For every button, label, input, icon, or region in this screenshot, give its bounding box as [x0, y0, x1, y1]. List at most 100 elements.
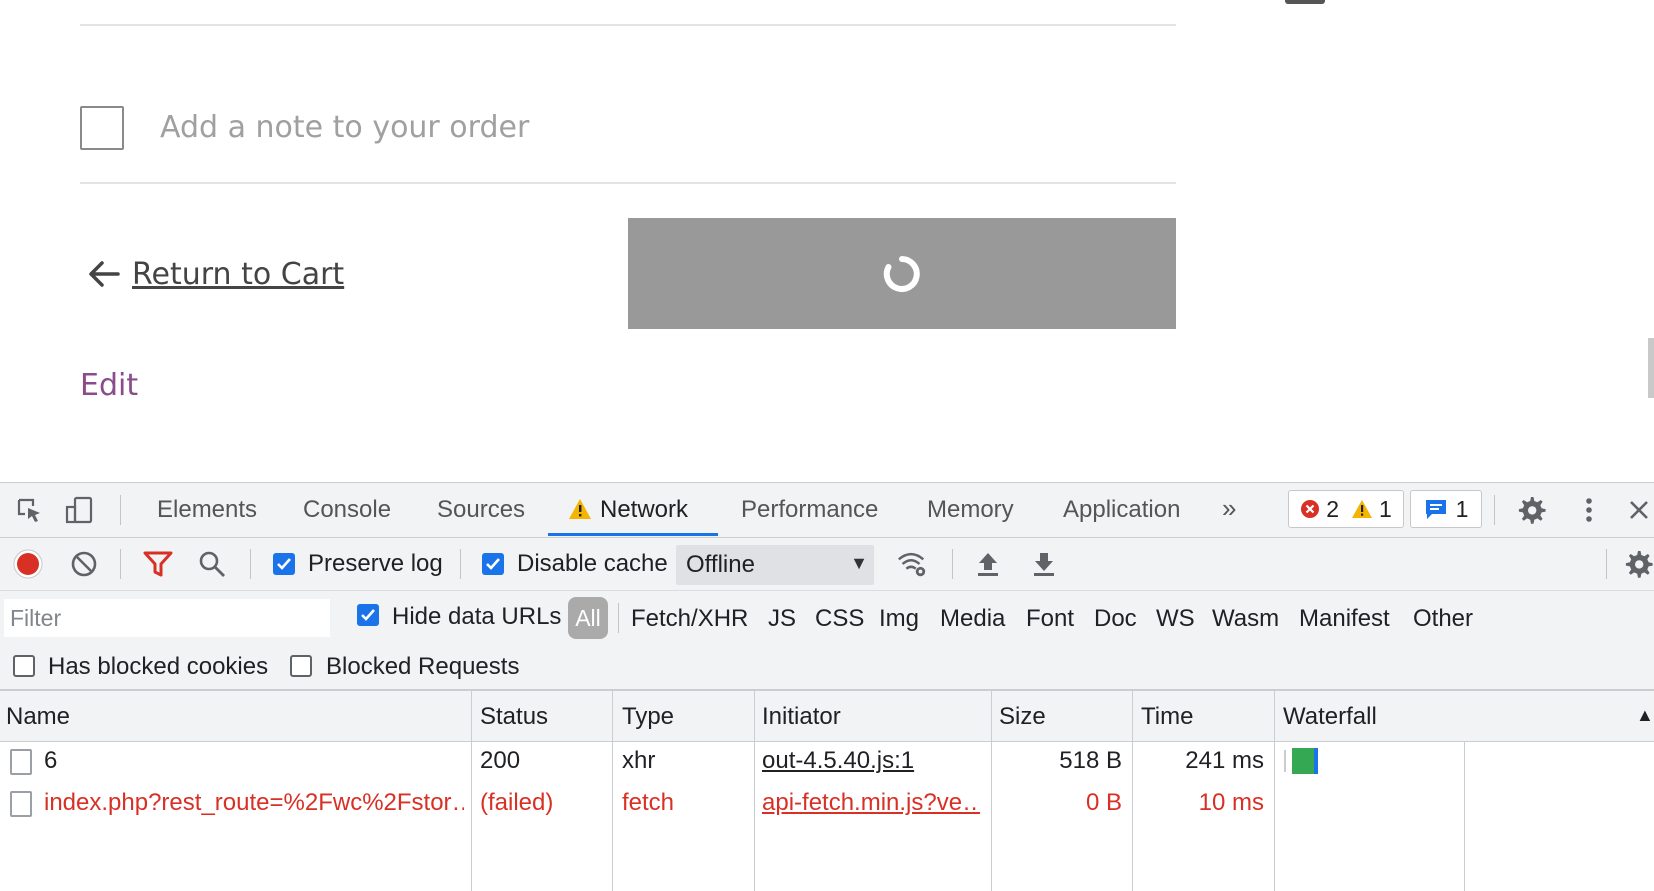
column-header-type[interactable]: Type — [622, 703, 674, 731]
request-type: xhr — [622, 747, 656, 774]
order-note-label: Add a note to your order — [160, 110, 530, 145]
caret-down-icon: ▼ — [850, 553, 868, 573]
device-toolbar-icon[interactable] — [64, 495, 94, 525]
divider — [1494, 495, 1495, 525]
column-divider[interactable] — [1274, 691, 1275, 891]
divider — [80, 24, 1176, 26]
column-divider[interactable] — [612, 691, 613, 891]
edit-link[interactable]: Edit — [80, 368, 138, 403]
checkout-page: Add a note to your order Return to Cart … — [0, 0, 1654, 482]
column-divider[interactable] — [991, 691, 992, 891]
type-filter-css[interactable]: CSS — [815, 605, 864, 633]
request-initiator-link[interactable]: api-fetch.min.js?ve… — [762, 789, 980, 817]
clear-icon[interactable] — [68, 548, 100, 580]
tab-performance[interactable]: Performance — [741, 495, 878, 535]
type-filter-img[interactable]: Img — [879, 605, 919, 633]
tab-application[interactable]: Application — [1063, 495, 1180, 535]
warning-icon — [1352, 500, 1372, 518]
network-conditions-icon[interactable] — [896, 548, 928, 580]
request-status: (failed) — [480, 789, 554, 816]
tab-network[interactable]: Network — [568, 495, 688, 535]
settings-gear-icon[interactable] — [1516, 495, 1546, 525]
waterfall-download-bar — [1314, 748, 1318, 774]
error-icon — [1301, 500, 1320, 518]
filter-icon[interactable] — [142, 548, 174, 580]
divider — [80, 182, 1176, 184]
place-order-button[interactable] — [628, 218, 1176, 329]
more-options-icon[interactable] — [1574, 495, 1604, 525]
warning-icon — [569, 499, 591, 519]
inspect-element-icon[interactable] — [14, 495, 44, 525]
type-filter-manifest[interactable]: Manifest — [1299, 605, 1390, 633]
table-row[interactable]: 6 200 xhr out-4.5.40.js:1 518 B 241 ms — [0, 741, 1654, 781]
type-filter-all[interactable]: All — [568, 597, 608, 639]
column-header-initiator[interactable]: Initiator — [762, 703, 841, 731]
type-filter-ws[interactable]: WS — [1156, 605, 1195, 633]
type-filter-fetch-xhr[interactable]: Fetch/XHR — [631, 605, 748, 633]
tab-console[interactable]: Console — [303, 495, 391, 535]
message-icon — [1425, 500, 1446, 519]
error-count: 2 — [1326, 495, 1339, 522]
blocked-requests-checkbox[interactable] — [290, 655, 312, 677]
waterfall-gridline — [1464, 741, 1465, 891]
column-divider[interactable] — [754, 691, 755, 891]
import-har-icon[interactable] — [972, 548, 1004, 580]
tab-elements[interactable]: Elements — [157, 495, 257, 535]
column-header-time[interactable]: Time — [1141, 703, 1193, 731]
throttling-select[interactable]: Offline ▼ — [676, 545, 874, 585]
search-icon[interactable] — [196, 548, 228, 580]
column-header-status[interactable]: Status — [480, 703, 548, 731]
column-divider[interactable] — [1132, 691, 1133, 891]
loading-spinner-icon — [883, 255, 920, 292]
row-checkbox[interactable] — [10, 749, 32, 775]
divider — [250, 549, 251, 579]
row-checkbox[interactable] — [10, 791, 32, 817]
blocked-filters-row: Has blocked cookies Blocked Requests — [0, 643, 1654, 691]
tab-sources[interactable]: Sources — [437, 495, 525, 535]
column-divider[interactable] — [471, 691, 472, 891]
network-toolbar: Preserve log Disable cache Offline ▼ — [0, 538, 1654, 591]
type-filter-js[interactable]: JS — [768, 605, 796, 633]
record-icon[interactable] — [12, 548, 44, 580]
disable-cache-checkbox[interactable] — [482, 553, 504, 575]
type-filter-media[interactable]: Media — [940, 605, 1005, 633]
request-size: 0 B — [1085, 789, 1122, 816]
sort-ascending-icon[interactable]: ▲ — [1636, 705, 1654, 726]
request-initiator-link[interactable]: out-4.5.40.js:1 — [762, 747, 980, 775]
has-blocked-cookies-checkbox[interactable] — [13, 655, 35, 677]
filter-input[interactable] — [4, 599, 330, 637]
filter-bar: Hide data URLs All Fetch/XHR JS CSS Img … — [0, 591, 1654, 643]
hide-data-urls-checkbox[interactable] — [357, 604, 379, 626]
page-scrollbar[interactable] — [1648, 338, 1654, 398]
more-tabs-button[interactable]: » — [1222, 493, 1236, 533]
export-har-icon[interactable] — [1028, 548, 1060, 580]
waterfall-start-marker — [1284, 750, 1286, 772]
type-filter-wasm[interactable]: Wasm — [1212, 605, 1279, 633]
network-settings-gear-icon[interactable] — [1622, 548, 1654, 580]
type-filter-doc[interactable]: Doc — [1094, 605, 1137, 633]
return-to-cart-link[interactable]: Return to Cart — [84, 254, 344, 294]
tab-memory[interactable]: Memory — [927, 495, 1014, 535]
issues-counter[interactable]: 2 1 — [1288, 490, 1404, 528]
request-size: 518 B — [1059, 747, 1122, 774]
divider — [952, 549, 953, 579]
preserve-log-label: Preserve log — [308, 550, 443, 577]
column-header-name[interactable]: Name — [6, 703, 70, 731]
active-tab-indicator — [548, 533, 718, 536]
divider — [1606, 549, 1607, 579]
scroll-indicator — [1285, 0, 1325, 4]
messages-counter[interactable]: 1 — [1410, 490, 1482, 528]
table-row[interactable]: index.php?rest_route=%2Fwc%2Fstor… (fail… — [0, 783, 1654, 823]
request-time: 10 ms — [1198, 789, 1264, 816]
close-icon[interactable] — [1626, 495, 1652, 525]
column-header-waterfall[interactable]: Waterfall — [1283, 703, 1377, 731]
devtools-tabbar: Elements Console Sources Network Perform… — [0, 483, 1654, 538]
waterfall-bar — [1292, 748, 1314, 774]
preserve-log-checkbox[interactable] — [273, 553, 295, 575]
type-filter-font[interactable]: Font — [1026, 605, 1074, 633]
request-status: 200 — [480, 747, 521, 774]
divider — [120, 495, 121, 525]
order-note-checkbox[interactable] — [80, 106, 124, 150]
column-header-size[interactable]: Size — [999, 703, 1046, 731]
type-filter-other[interactable]: Other — [1413, 605, 1473, 633]
